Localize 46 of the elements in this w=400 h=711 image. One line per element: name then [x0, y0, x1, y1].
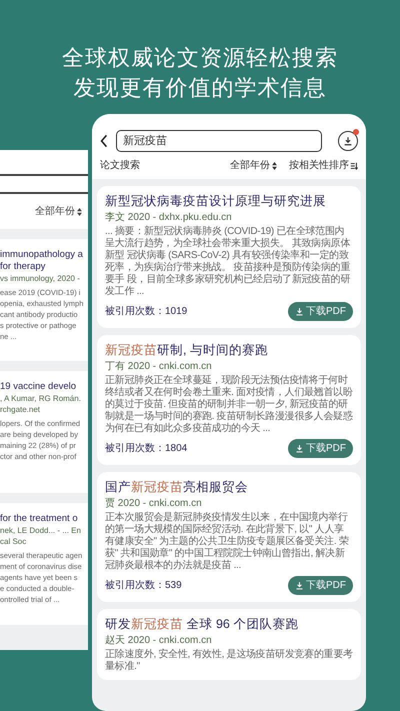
back-icon[interactable]	[100, 134, 108, 148]
paper-source: 赵天 2020 - cnki.com.cn	[105, 634, 213, 647]
paper-source: 贾 2020 - cnki.com.cn	[105, 497, 203, 510]
search-field[interactable]: 新冠疫苗	[116, 130, 322, 152]
paper-title: 新型冠状病毒疫苗设计原理与研究进展	[105, 193, 327, 209]
headline: 全球权威论文资源轻松搜索	[62, 44, 338, 72]
result-card[interactable]: 研发新冠疫苗 全球 96 个团队赛跑 赵天 2020 - cnki.com.cn 正除速度外, 安全性, 有效性, 是这场疫苗研发竞赛的重要考量标准."	[97, 609, 361, 680]
paper-source: rchgate.net	[0, 404, 42, 415]
paper-title: 19 vaccine develo	[0, 381, 78, 393]
result-card[interactable]: 国产新冠疫苗亮相服贸会 贾 2020 - cnki.com.cn 正本次服贸会是新冠肺炎疫情发生以来，在中国境内举行的第一场大规模的国际经贸活动. 在此背景下, 以" 人人享有健康安全" 为主题的公共卫生防疫专题展区备受关注. 荣获" 共和国勋章" 的中国工程院院士钟南山曾指出, 解决新冠肺炎最根本的办法就是疫苗 ... 被引用次数：539 下载PDF	[97, 472, 361, 602]
paper-title: 新冠疫苗研制, 与时间的赛跑	[105, 342, 269, 358]
sort-option[interactable]: 按相关性排序	[289, 158, 349, 173]
paper-source: 丁有 2020 - cnki.com.cn	[105, 360, 213, 373]
paper-source: , A Kumar, RG Román.	[0, 393, 82, 404]
year-filter[interactable]: 全部年份	[230, 158, 270, 173]
paper-source: nek, LE Dodd... - ... En	[0, 525, 82, 536]
paper-title: 国产新冠疫苗亮相服贸会	[105, 479, 249, 495]
citation-count: 被引用次数：539	[105, 578, 182, 593]
abstract-text: ... 摘要：新型冠状病毒肺炎 (COVID-19) 已在全球范围内呈大流行趋势，为全球社会带来重大损失。 其致病病原体新型 冠状病毒 (SARS-CoV-2) 具有较强传染率和一定的致死率，为疾病治疗带来挑战。 疫苗接种是预防传染病的重要手 段，目前全球多家研究机构已经启动了新冠疫苗的研发工作 ...	[105, 226, 351, 298]
paper-source: 李文 2020 - dxhx.pku.edu.cn	[105, 211, 233, 224]
download-icon	[295, 581, 304, 590]
sort-icon	[272, 162, 277, 170]
download-icon	[295, 307, 304, 316]
sort-order-icon	[350, 162, 358, 170]
headline: 发现更有价值的学术信息	[74, 74, 326, 102]
download-pdf-button[interactable]: 下载PDF	[288, 302, 353, 321]
paper-title: for therapy	[0, 261, 46, 273]
citation-count: 被引用次数：1804	[105, 442, 188, 456]
paper-title: 研发新冠疫苗 全球 96 个团队赛跑	[105, 616, 300, 632]
sort-icon	[77, 208, 82, 216]
search-tab[interactable]: 论文搜索	[100, 158, 230, 173]
result-card[interactable]: 新冠疫苗研制, 与时间的赛跑 丁有 2020 - cnki.com.cn 正新冠肺炎正在全球蔓延，现阶段无法预估疫情将于何时终结或者又在何时会卷土重来. 面对疫情，人们最翘首以盼的莫过于疫苗. 但疫苗的研制并非一朝一夕, 新冠疫苗的研制就是一场与时间的赛跑. 疫苗研制长路漫漫很多人会疑惑为何在已有如此众多疫苗成功的今天 ... 被引用次数：1804 下载PDF	[97, 335, 361, 465]
abstract-text: 正本次服贸会是新冠肺炎疫情发生以来，在中国境内举行的第一场大规模的国际经贸活动. 在此背景下, 以" 人人享有健康安全" 为主题的公共卫生防疫专题展区备受关注. 荣获" 共和国勋章" 的中国工程院院士钟南山曾指出, 解决新冠肺炎最根本的办法就是疫苗 ...	[105, 512, 350, 572]
download-pdf-button[interactable]: 下载PDF	[288, 576, 353, 595]
download-pdf-button[interactable]: 下载PDF	[288, 439, 353, 458]
download-icon	[295, 444, 304, 453]
abstract-text: 正新冠肺炎正在全球蔓延，现阶段无法预估疫情将于何时终结或者又在何时会卷土重来. 面对疫情，人们最翘首以盼的莫过于疫苗. 但疫苗的研制并非一朝一夕, 新冠疫苗的研制就是一场与时间的赛跑. 疫苗研制长路漫漫很多人会疑惑为何在已有如此众多疫苗成功的今天 ...	[105, 375, 353, 435]
abstract-text: 正除速度外, 安全性, 有效性, 是这场疫苗研发竞赛的重要考量标准."	[105, 649, 353, 673]
paper-title: for the treatment o	[0, 513, 79, 525]
citation-count: 被引用次数：1019	[105, 304, 188, 319]
download-icon	[343, 136, 353, 146]
result-card[interactable]	[97, 186, 361, 328]
paper-source: cal Soc	[0, 536, 28, 547]
paper-source: vs immunology, 2020 -	[0, 273, 81, 284]
year-filter[interactable]: 全部年份	[35, 204, 75, 219]
paper-title: immunopathology a	[0, 249, 84, 261]
